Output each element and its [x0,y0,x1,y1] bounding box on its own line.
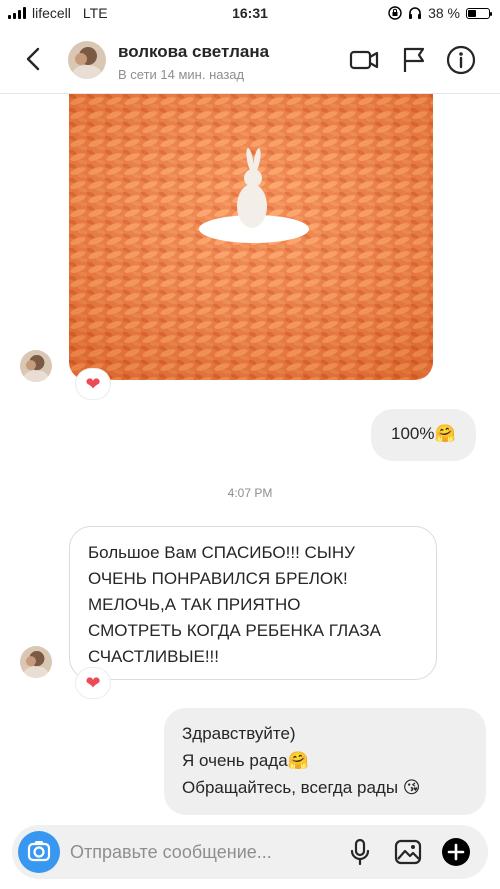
heart-icon: ❤ [85,672,101,694]
sender-avatar[interactable] [20,646,52,678]
message-line: СМОТРЕТЬ КОГДА РЕБЕНКА ГЛАЗА [88,621,381,640]
message-line: МЕЛОЧЬ,А ТАК ПРИЯТНО [88,595,301,614]
info-icon[interactable] [445,44,477,76]
incoming-message[interactable]: Большое Вам СПАСИБО!!! СЫНУ ОЧЕНЬ ПОНРАВ… [69,526,437,680]
contact-name[interactable]: волкова светлана [118,42,269,62]
message-text: 100%🤗 [391,424,456,443]
camera-icon [27,841,51,862]
avatar[interactable] [68,41,106,79]
sender-avatar[interactable] [20,350,52,382]
outgoing-message[interactable]: 100%🤗 [371,409,476,461]
message-composer: Отправьте сообщение... [12,825,488,879]
orientation-lock-icon [388,6,402,20]
message-line: Я очень рада🤗 [182,751,309,770]
chat-header: волкова светлана В сети 14 мин. назад [0,28,500,94]
plus-icon[interactable] [440,836,472,868]
status-bar: lifecell LTE 16:31 38 % [0,0,500,28]
video-call-icon[interactable] [348,44,380,76]
camera-button[interactable] [18,831,60,873]
outgoing-message[interactable]: Здравствуйте) Я очень рада🤗 Обращайтесь,… [164,708,486,815]
flag-icon[interactable] [398,44,430,76]
heart-reaction[interactable]: ❤ [76,668,110,698]
shared-photo[interactable] [69,94,433,380]
microphone-icon[interactable] [344,836,376,868]
battery-percent: 38 % [428,5,460,21]
heart-reaction[interactable]: ❤ [76,369,110,399]
message-line: Здравствуйте) [182,724,296,743]
message-line: Большое Вам СПАСИБО!!! СЫНУ [88,543,355,562]
message-timestamp: 4:07 PM [227,486,273,500]
message-line: СЧАСТЛИВЫЕ!!! [88,647,220,666]
message-input[interactable]: Отправьте сообщение... [70,842,272,863]
heart-icon: ❤ [85,373,101,395]
message-line: Обращайтесь, всегда рады 😘 [182,778,421,797]
headphones-icon [409,7,422,19]
message-line: ОЧЕНЬ ПОНРАВИЛСЯ БРЕЛОК! [88,569,348,588]
back-chevron-icon[interactable] [18,44,48,74]
battery-icon [466,7,492,19]
gallery-icon[interactable] [392,836,424,868]
online-status: В сети 14 мин. назад [118,67,245,82]
